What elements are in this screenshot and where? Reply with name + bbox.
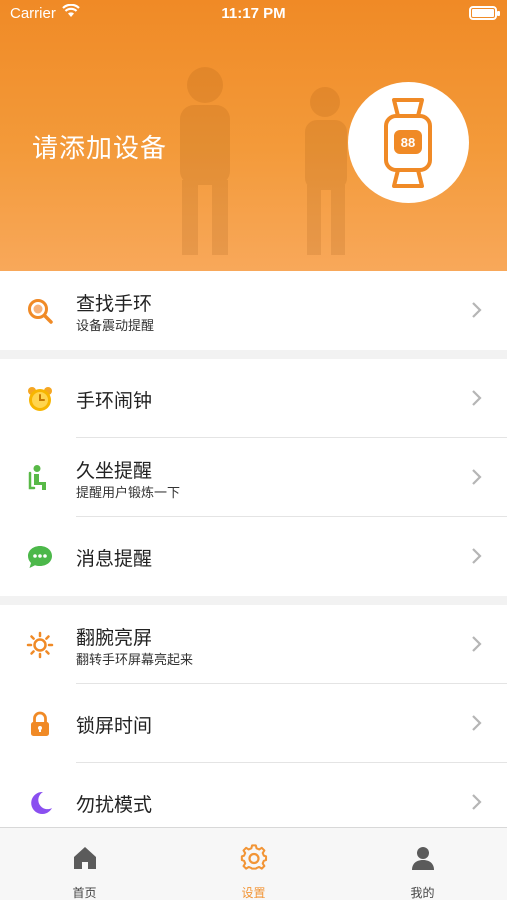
sedentary-reminder-title: 久坐提醒 xyxy=(76,461,153,482)
status-bar: Carrier 11:17 PM xyxy=(0,0,507,28)
gear-icon xyxy=(240,844,268,870)
tab-home[interactable]: 首页 xyxy=(0,828,169,900)
brightness-icon xyxy=(26,631,54,659)
sitting-person-icon xyxy=(28,465,46,490)
add-device-title[interactable]: 请添加设备 xyxy=(32,128,167,165)
chevron-right-icon xyxy=(472,548,482,564)
sedentary-reminder-row[interactable]: 久坐提醒 提醒用户锻炼一下 xyxy=(0,438,507,517)
wrist-wake-row[interactable]: 翻腕亮屏 翻转手环屏幕亮起来 xyxy=(0,605,507,684)
sedentary-reminder-subtitle: 提醒用户锻炼一下 xyxy=(76,485,181,500)
chevron-right-icon xyxy=(472,794,482,810)
header-banner: Carrier 11:17 PM 请添加设备 88 xyxy=(0,0,507,271)
wrist-wake-subtitle: 翻转手环屏幕亮起来 xyxy=(76,652,194,667)
chevron-right-icon xyxy=(472,390,482,406)
moon-icon xyxy=(31,791,52,814)
home-icon xyxy=(74,847,96,869)
chevron-right-icon xyxy=(472,469,482,485)
settings-list: 查找手环 设备震动提醒 手环闹钟 久坐提醒 提醒用户锻炼一下 消息提醒 翻腕亮屏… xyxy=(0,271,507,842)
tab-settings-label: 设置 xyxy=(241,886,266,900)
tab-home-label: 首页 xyxy=(72,886,97,900)
lock-screen-time-title: 锁屏时间 xyxy=(76,716,153,737)
status-time: 11:17 PM xyxy=(221,5,286,22)
tab-bar: 首页 设置 我的 xyxy=(0,827,507,900)
find-band-subtitle: 设备震动提醒 xyxy=(76,318,155,333)
tab-mine-label: 我的 xyxy=(410,886,435,900)
chevron-right-icon xyxy=(472,302,482,318)
settings-group-display: 翻腕亮屏 翻转手环屏幕亮起来 锁屏时间 勿扰模式 xyxy=(0,605,507,842)
chevron-right-icon xyxy=(472,715,482,731)
battery-icon xyxy=(469,6,500,20)
message-icon xyxy=(28,546,52,568)
svg-text:88: 88 xyxy=(401,135,415,150)
band-alarm-row[interactable]: 手环闹钟 xyxy=(0,359,507,438)
search-icon xyxy=(28,299,53,324)
band-watch-icon: 88 xyxy=(384,98,432,188)
section-separator xyxy=(0,350,507,359)
settings-group-reminders: 手环闹钟 久坐提醒 提醒用户锻炼一下 消息提醒 xyxy=(0,359,507,596)
lock-icon xyxy=(31,711,49,736)
tab-settings[interactable]: 设置 xyxy=(169,828,338,900)
section-separator xyxy=(0,596,507,605)
band-alarm-title: 手环闹钟 xyxy=(76,391,153,412)
add-device-button[interactable]: 88 xyxy=(348,82,469,203)
message-reminder-row[interactable]: 消息提醒 xyxy=(0,517,507,596)
chevron-right-icon xyxy=(472,636,482,652)
person-icon xyxy=(412,847,434,870)
settings-group-find: 查找手环 设备震动提醒 xyxy=(0,271,507,350)
tab-mine[interactable]: 我的 xyxy=(338,828,507,900)
find-band-row[interactable]: 查找手环 设备震动提醒 xyxy=(0,271,507,350)
wrist-wake-title: 翻腕亮屏 xyxy=(76,628,153,649)
do-not-disturb-title: 勿扰模式 xyxy=(76,795,153,816)
find-band-title: 查找手环 xyxy=(76,294,153,315)
alarm-clock-icon xyxy=(28,387,52,411)
message-reminder-title: 消息提醒 xyxy=(76,549,153,570)
lock-screen-time-row[interactable]: 锁屏时间 xyxy=(0,684,507,763)
